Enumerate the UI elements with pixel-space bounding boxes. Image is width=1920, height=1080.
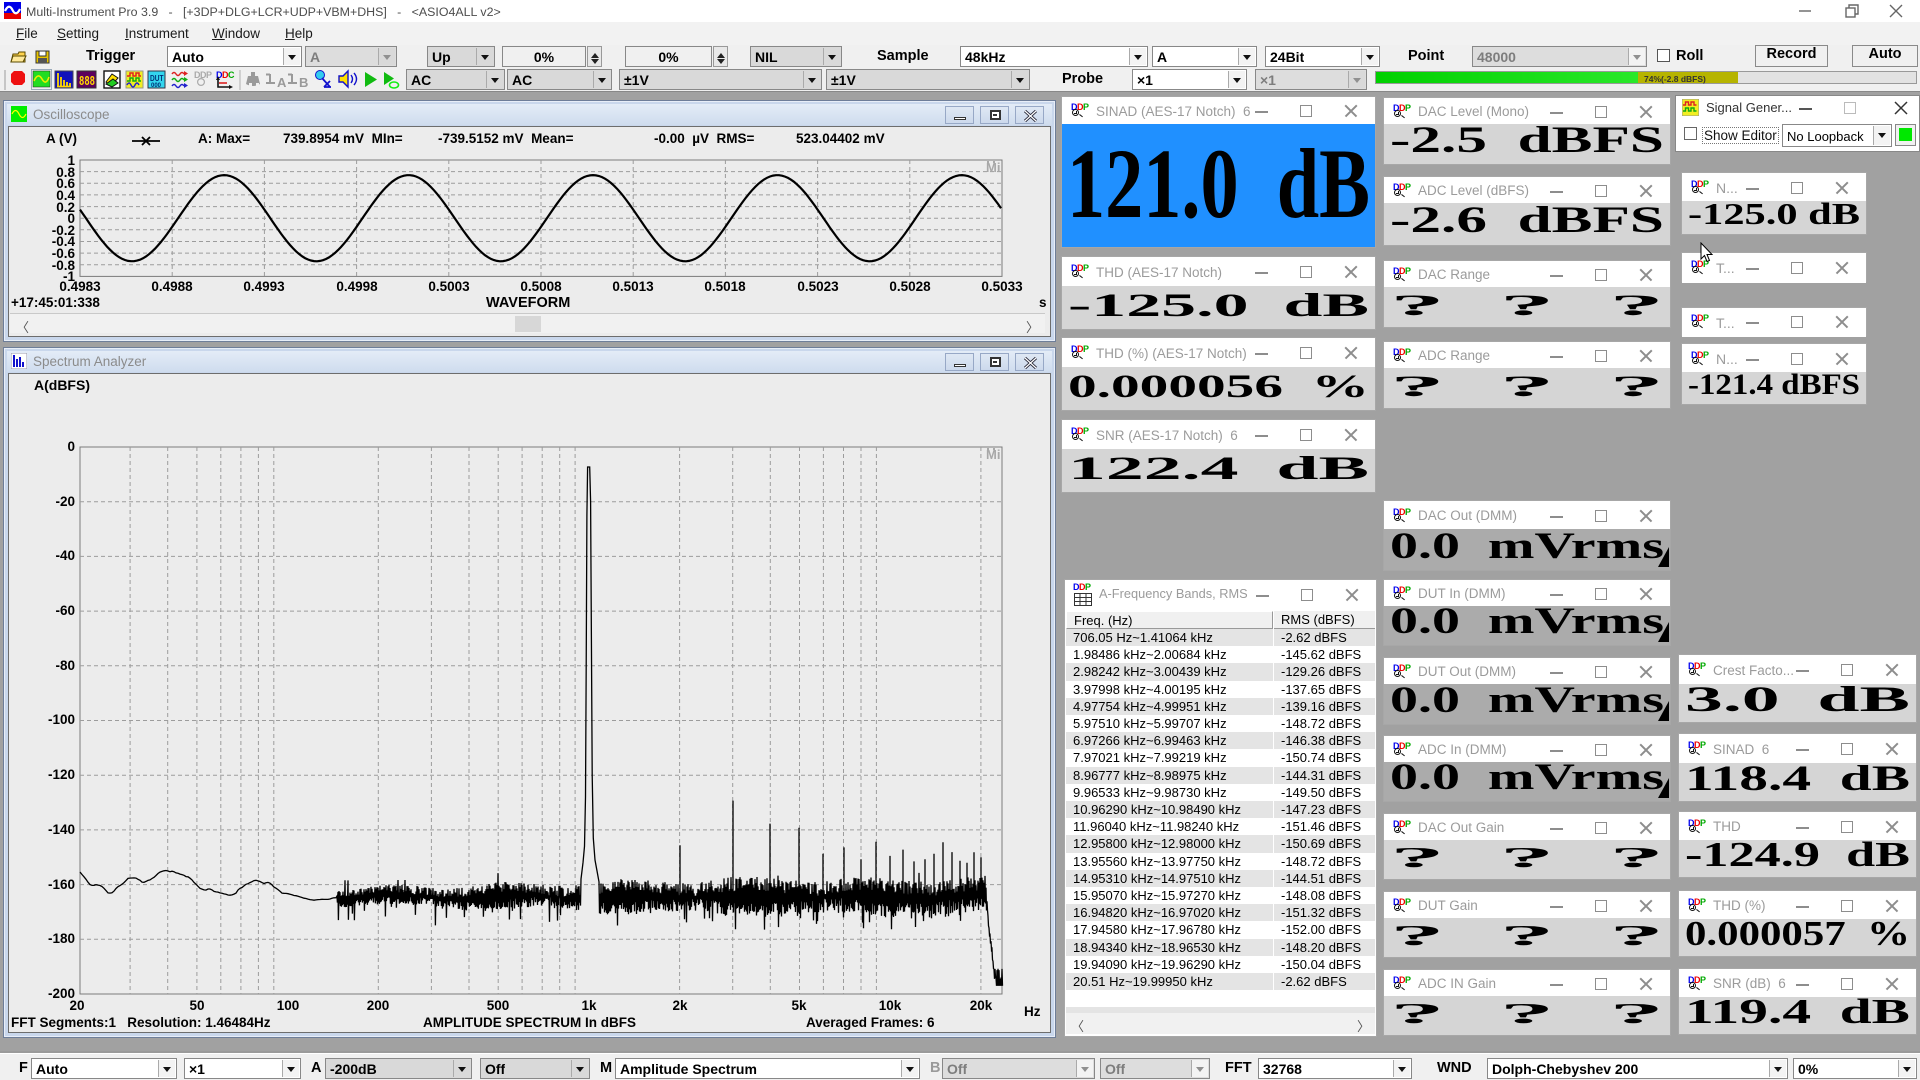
svg-text:0.0 mVrms: 0.0 mVrms — [1390, 684, 1664, 721]
svg-text:? ? ?: ? ? ? — [1390, 842, 1664, 874]
svg-text:? ? ?: ? ? ? — [1390, 920, 1664, 952]
svg-text:0.000057 %: 0.000057 % — [1685, 919, 1910, 953]
svg-text:0.0 mVrms: 0.0 mVrms — [1390, 762, 1664, 798]
svg-text:-125.0 dB: -125.0 dB — [1688, 201, 1860, 231]
svg-text:B: B — [299, 75, 308, 90]
svg-text:122.4 dB: 122.4 dB — [1068, 451, 1369, 487]
svg-text:-121.4 dBFS: -121.4 dBFS — [1688, 372, 1860, 401]
svg-text:0.000056 %: 0.000056 % — [1068, 369, 1369, 405]
svg-text:0.0 mVrms: 0.0 mVrms — [1390, 606, 1664, 642]
svg-text:DDP: DDP — [194, 70, 212, 80]
svg-text:888: 888 — [79, 74, 95, 90]
svg-text:119.4 dB: 119.4 dB — [1685, 997, 1910, 1031]
svg-text:? ? ?: ? ? ? — [1390, 289, 1664, 322]
svg-text:-124.9 dB: -124.9 dB — [1685, 840, 1910, 874]
svg-text:3.0 dB: 3.0 dB — [1685, 684, 1910, 719]
svg-text:-125.0 dB: -125.0 dB — [1068, 288, 1369, 324]
svg-text:121.0 dB: 121.0 dB — [1067, 128, 1370, 239]
svg-text:-2.6 dBFS: -2.6 dBFS — [1390, 203, 1664, 241]
svg-text:-2.5 dBFS: -2.5 dBFS — [1390, 124, 1664, 161]
svg-text:? ? ?: ? ? ? — [1390, 998, 1664, 1030]
svg-text:0.0 mVrms: 0.0 mVrms — [1390, 529, 1664, 567]
svg-text:118.4 dB: 118.4 dB — [1685, 763, 1910, 798]
svg-text:A: A — [277, 75, 287, 90]
svg-text:000: 000 — [151, 82, 161, 89]
svg-text:? ? ?: ? ? ? — [1390, 370, 1664, 403]
